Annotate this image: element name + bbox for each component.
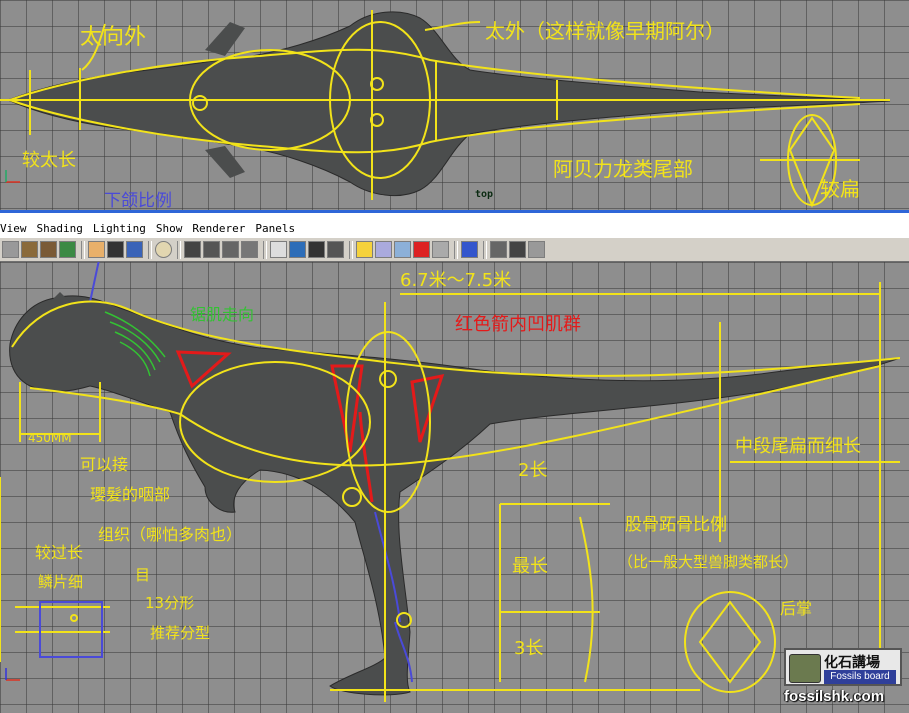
textured-icon[interactable] bbox=[184, 241, 201, 258]
camera-tools-icon[interactable] bbox=[528, 241, 545, 258]
xray-icon[interactable] bbox=[241, 241, 258, 258]
safe-action-icon[interactable] bbox=[327, 241, 344, 258]
film-gate-icon[interactable] bbox=[308, 241, 325, 258]
anno-top-tail: 阿贝力龙类尾部 bbox=[553, 157, 693, 181]
logo-name-en: Fossils board bbox=[824, 670, 896, 684]
anno-top-long: 较太长 bbox=[22, 150, 76, 171]
side-viewport[interactable]: 6.7米～7.5米 锯肌走向 450MM 中段尾扁而细长 可以接 瓔髮的咽部 组… bbox=[0, 262, 909, 713]
anno-ratio-1: 股骨跖骨比例 bbox=[625, 515, 727, 535]
anno-neck-1: 可以接 bbox=[80, 455, 128, 474]
top-view-label: top bbox=[475, 189, 494, 200]
smooth-shade-icon[interactable] bbox=[126, 241, 143, 258]
logo-name-cn: 化石講場 bbox=[824, 655, 880, 671]
anno-leg-long: 最长 bbox=[512, 556, 548, 577]
camera-attributes-icon[interactable] bbox=[21, 241, 38, 258]
all-lights-icon[interactable] bbox=[375, 241, 392, 258]
menu-show[interactable]: Show bbox=[156, 222, 183, 237]
image-plane-icon[interactable] bbox=[59, 241, 76, 258]
site-url: fossilshk.com bbox=[784, 688, 885, 705]
camera-select-icon[interactable] bbox=[2, 241, 19, 258]
side-view-drawing: 6.7米～7.5米 锯肌走向 450MM 中段尾扁而细长 可以接 瓔髮的咽部 组… bbox=[0, 262, 901, 702]
anno-top-flat: 较扁 bbox=[820, 177, 860, 201]
side-axis-gizmo bbox=[5, 668, 20, 681]
texture-icon[interactable] bbox=[270, 241, 287, 258]
menu-shading[interactable]: Shading bbox=[37, 222, 83, 237]
anno-inner-muscle: 红色箭内凹肌群 bbox=[455, 314, 581, 335]
anno-recommend: 推荐分型 bbox=[150, 624, 210, 642]
lights-icon[interactable] bbox=[203, 241, 220, 258]
ambient-occlusion-icon[interactable] bbox=[490, 241, 507, 258]
dino-top-arm-right bbox=[205, 146, 245, 178]
anno-lower-ratio: 下颌比例 bbox=[104, 191, 172, 210]
panel-menu-bar: View Shading Lighting Show Renderer Pane… bbox=[0, 213, 909, 237]
grid-icon[interactable] bbox=[88, 241, 105, 258]
dino-top-arm-left bbox=[205, 22, 245, 56]
anno-length: 6.7米～7.5米 bbox=[400, 270, 511, 291]
anno-tail-mid: 中段尾扁而细长 bbox=[735, 436, 861, 457]
depth-of-field-icon[interactable] bbox=[509, 241, 526, 258]
anno-muscle-lines: 锯肌走向 bbox=[190, 305, 254, 324]
anno-head-length: 450MM bbox=[28, 431, 72, 445]
anno-neck-3: 组织（哪怕多肉也） bbox=[98, 525, 242, 544]
anno-top-outer-left: 太向外 bbox=[80, 25, 146, 50]
menu-renderer[interactable]: Renderer bbox=[192, 222, 245, 237]
anno-top-outer-right: 太外（这样就像早期阿尔） bbox=[485, 19, 725, 43]
anno-two-long: 2长 bbox=[518, 460, 547, 481]
anno-foot: 后掌 bbox=[780, 599, 812, 618]
menu-view[interactable]: View bbox=[0, 222, 27, 237]
isolate-icon[interactable] bbox=[222, 241, 239, 258]
top-view-drawing: 太向外 太外（这样就像早期阿尔） 较太长 阿贝力龙类尾部 较扁 下颌比例 bbox=[0, 10, 891, 210]
menu-lighting[interactable]: Lighting bbox=[93, 222, 146, 237]
wireframe-icon[interactable] bbox=[107, 241, 124, 258]
default-light-icon[interactable] bbox=[356, 241, 373, 258]
top-axis-gizmo bbox=[5, 170, 20, 183]
menu-panels[interactable]: Panels bbox=[255, 222, 295, 237]
anno-too-long: 较过长 bbox=[35, 543, 83, 562]
anno-neck-2: 瓔髮的咽部 bbox=[90, 485, 170, 504]
anno-13: 13分形 bbox=[145, 594, 194, 612]
resolution-gate-icon[interactable] bbox=[289, 241, 306, 258]
anno-ratio-2: （比一般大型兽脚类都长） bbox=[618, 553, 798, 571]
panel-toolbar bbox=[0, 237, 909, 262]
hardware-render-icon[interactable] bbox=[413, 241, 430, 258]
field-chart-icon[interactable] bbox=[461, 241, 478, 258]
anno-three-long: 3长 bbox=[514, 638, 543, 659]
high-quality-icon[interactable] bbox=[432, 241, 449, 258]
fossils-board-logo: 化石講場 Fossils board bbox=[784, 648, 902, 686]
bookmark-icon[interactable] bbox=[40, 241, 57, 258]
anno-skin: 鳞片细 bbox=[38, 573, 83, 591]
shaded-icon[interactable] bbox=[155, 241, 172, 258]
head-detail-box bbox=[39, 601, 103, 658]
shadows-icon[interactable] bbox=[394, 241, 411, 258]
top-viewport[interactable]: 太向外 太外（这样就像早期阿尔） 较太长 阿贝力龙类尾部 较扁 下颌比例 top bbox=[0, 0, 909, 213]
anno-eye: 目 bbox=[135, 566, 150, 584]
fossil-skull-icon bbox=[789, 654, 821, 683]
